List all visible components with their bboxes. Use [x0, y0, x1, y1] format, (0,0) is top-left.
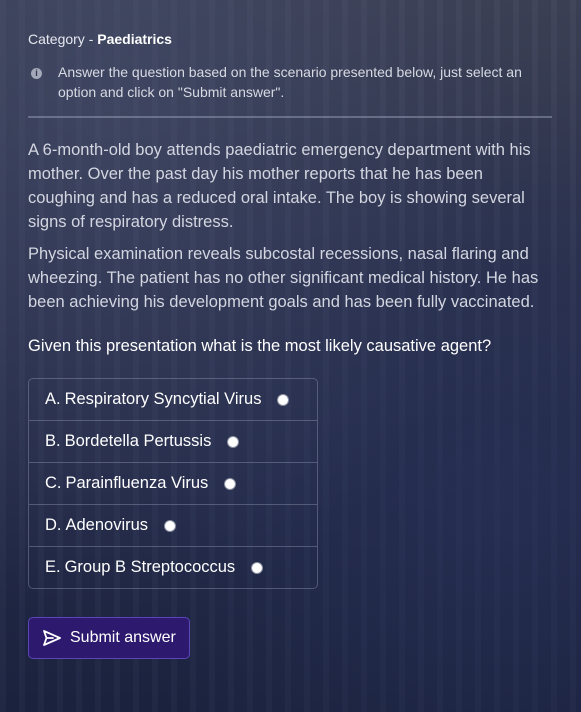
option-d[interactable]: D. Adenovirus — [29, 505, 317, 547]
option-radio[interactable] — [251, 561, 264, 574]
instruction-note: i Answer the question based on the scena… — [28, 62, 552, 118]
option-label: Parainfluenza Virus — [65, 474, 209, 492]
option-label: Adenovirus — [65, 516, 149, 534]
info-icon: i — [31, 68, 42, 79]
option-letter: E. — [45, 558, 61, 576]
option-radio[interactable] — [164, 519, 177, 532]
scenario-paragraph: Physical examination reveals subcostal r… — [28, 245, 539, 311]
option-radio[interactable] — [277, 393, 290, 406]
category-line: Category - Paediatrics — [28, 30, 552, 48]
quiz-panel: Category - Paediatrics i Answer the ques… — [28, 30, 552, 659]
submit-answer-button[interactable]: Submit answer — [28, 617, 190, 659]
option-a[interactable]: A. Respiratory Syncytial Virus — [29, 379, 317, 421]
option-letter: A. — [45, 390, 61, 408]
scenario-paragraph: A 6-month-old boy attends paediatric eme… — [28, 141, 531, 231]
submit-label: Submit answer — [70, 629, 176, 646]
option-c[interactable]: C. Parainfluenza Virus — [29, 463, 317, 505]
category-name: Paediatrics — [97, 31, 172, 47]
option-label: Bordetella Pertussis — [64, 432, 212, 450]
option-radio[interactable] — [224, 477, 237, 490]
option-label: Group B Streptococcus — [64, 558, 236, 576]
option-b[interactable]: B. Bordetella Pertussis — [29, 421, 317, 463]
send-icon — [43, 630, 61, 646]
option-label: Respiratory Syncytial Virus — [64, 390, 262, 408]
option-radio[interactable] — [227, 435, 240, 448]
scenario-text: A 6-month-old boy attends paediatric eme… — [28, 138, 552, 314]
instruction-text: Answer the question based on the scenari… — [58, 64, 522, 100]
option-letter: C. — [45, 474, 62, 492]
question-text: Given this presentation what is the most… — [28, 337, 492, 355]
option-e[interactable]: E. Group B Streptococcus — [29, 547, 317, 588]
category-prefix: Category - — [28, 31, 98, 47]
option-letter: D. — [45, 516, 62, 534]
answer-options: A. Respiratory Syncytial Virus B. Bordet… — [28, 378, 318, 589]
option-letter: B. — [45, 432, 61, 450]
